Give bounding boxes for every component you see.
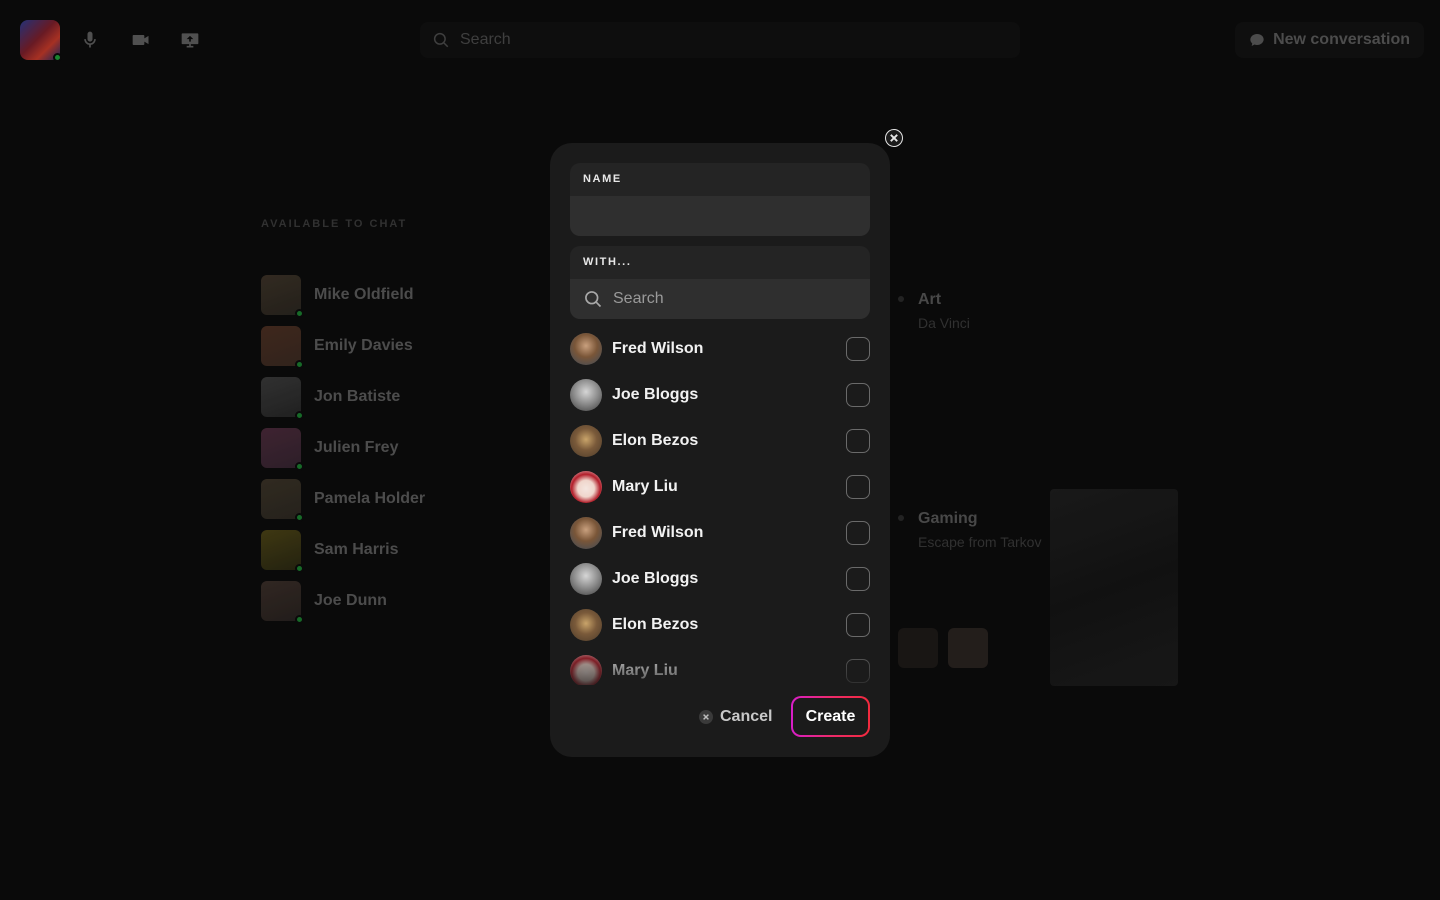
- list-item[interactable]: Fred Wilson: [570, 333, 870, 365]
- person-avatar: [570, 655, 602, 685]
- person-name: Joe Bloggs: [612, 570, 699, 587]
- close-icon: [699, 710, 713, 724]
- person-avatar: [570, 517, 602, 549]
- list-item[interactable]: Joe Bloggs: [570, 563, 870, 595]
- person-avatar: [570, 471, 602, 503]
- person-name: Mary Liu: [612, 662, 678, 679]
- person-name: Mary Liu: [612, 478, 678, 495]
- person-name: Elon Bezos: [612, 616, 699, 633]
- person-checkbox[interactable]: [846, 613, 870, 637]
- create-button[interactable]: Create: [791, 696, 870, 737]
- list-item[interactable]: Elon Bezos: [570, 609, 870, 641]
- name-input[interactable]: [570, 196, 870, 236]
- person-checkbox[interactable]: [846, 429, 870, 453]
- person-checkbox[interactable]: [846, 567, 870, 591]
- person-avatar: [570, 333, 602, 365]
- cancel-label: Cancel: [720, 708, 773, 725]
- search-icon: [585, 291, 602, 308]
- person-checkbox[interactable]: [846, 337, 870, 361]
- person-checkbox[interactable]: [846, 521, 870, 545]
- list-item[interactable]: Fred Wilson: [570, 517, 870, 549]
- person-name: Fred Wilson: [612, 524, 704, 541]
- close-modal-button[interactable]: [885, 129, 903, 147]
- list-item[interactable]: Mary Liu: [570, 655, 870, 685]
- person-avatar: [570, 379, 602, 411]
- list-item[interactable]: Joe Bloggs: [570, 379, 870, 411]
- person-checkbox[interactable]: [846, 383, 870, 407]
- create-label: Create: [793, 698, 868, 735]
- people-list[interactable]: Fred Wilson Joe Bloggs Elon Bezos Mary L…: [570, 333, 870, 685]
- list-item[interactable]: Mary Liu: [570, 471, 870, 503]
- person-avatar: [570, 563, 602, 595]
- cancel-button[interactable]: Cancel: [699, 706, 772, 728]
- person-name: Joe Bloggs: [612, 386, 699, 403]
- person-name: Elon Bezos: [612, 432, 699, 449]
- with-search-field[interactable]: [570, 279, 870, 319]
- name-label: NAME: [570, 163, 870, 196]
- person-checkbox[interactable]: [846, 659, 870, 683]
- with-search-input[interactable]: [613, 290, 853, 308]
- list-item[interactable]: Elon Bezos: [570, 425, 870, 457]
- person-avatar: [570, 425, 602, 457]
- person-avatar: [570, 609, 602, 641]
- with-label: WITH...: [570, 246, 870, 279]
- person-checkbox[interactable]: [846, 475, 870, 499]
- new-conversation-modal: NAME WITH... Fred Wilson Joe Bloggs Elon…: [550, 143, 890, 757]
- person-name: Fred Wilson: [612, 340, 704, 357]
- close-icon: [890, 134, 898, 142]
